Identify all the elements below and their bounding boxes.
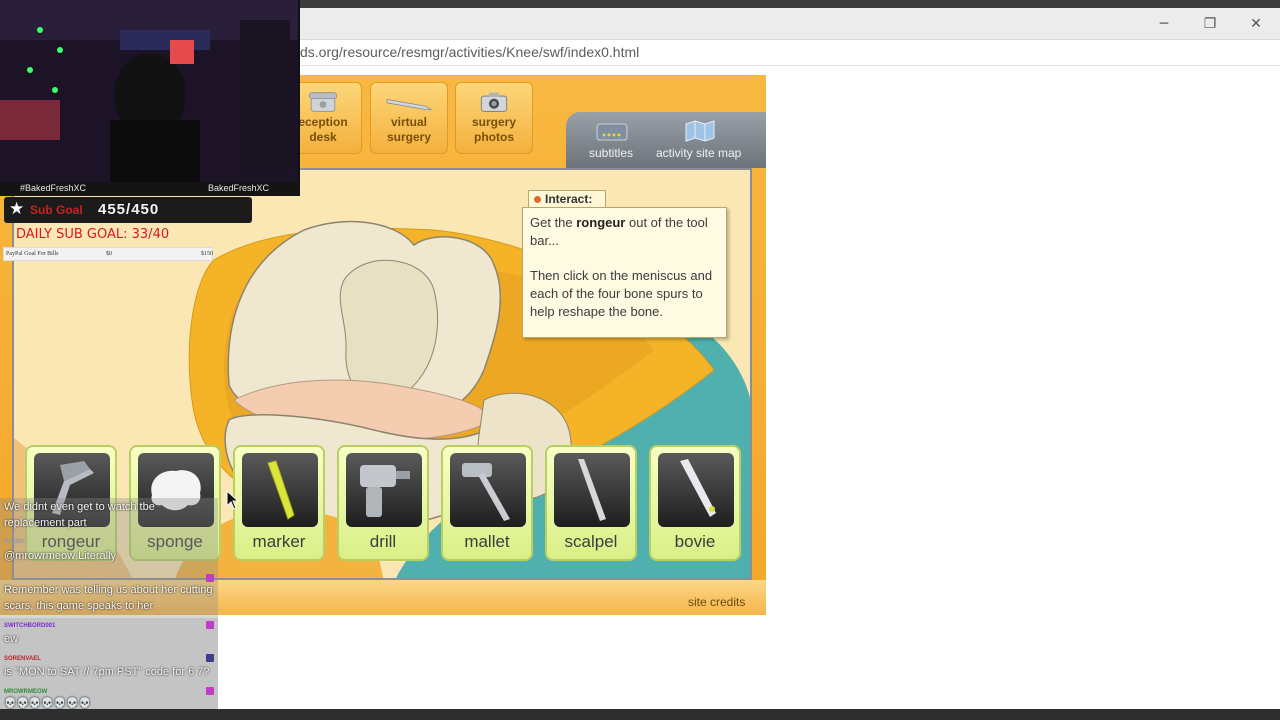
scalpel-tile: [554, 453, 630, 527]
scalpel-icon: [386, 98, 433, 111]
chat-username: SORENVAEL: [4, 656, 41, 662]
webcam-image: [0, 0, 298, 182]
telephone-icon: [309, 92, 337, 112]
paypal-goal-start: $0: [106, 251, 112, 257]
mallet-tile: [450, 453, 526, 527]
marker-icon: [267, 460, 295, 520]
subtitles-tab[interactable]: subtitles: [589, 146, 633, 160]
chat-message: @mrowrmeow Literally: [4, 550, 117, 562]
scalpel-tool-icon: [578, 459, 606, 521]
paypal-goal-label: PayPal Goal For Bills: [6, 251, 59, 257]
chat-message: is "MON to SAT // 7pm PST" code for 6 7?: [4, 666, 210, 678]
map-icon: [685, 120, 715, 142]
bovie-label: bovie: [674, 532, 716, 551]
chat-message: ew: [4, 633, 19, 645]
chat-badge-icon: [206, 574, 214, 582]
tool-drill[interactable]: drill: [337, 445, 429, 561]
url-text[interactable]: ds.org/resource/resmgr/activities/Knee/s…: [300, 44, 639, 60]
interact-tab: Interact:: [528, 190, 606, 208]
instruction-tool: rongeur: [576, 215, 626, 230]
sub-goal-label: Sub Goal: [30, 203, 83, 217]
interact-instructions: Get the rongeur out of the tool bar... T…: [522, 207, 727, 338]
chat-badge-icon: [206, 621, 214, 629]
chat-badge-icon: [206, 687, 214, 695]
tool-bovie[interactable]: bovie: [649, 445, 741, 561]
marker-tile: [242, 453, 318, 527]
activity-site-map-tab[interactable]: activity site map: [656, 146, 741, 160]
site-credits-link[interactable]: site credits: [688, 595, 745, 609]
tool-marker[interactable]: marker: [233, 445, 325, 561]
paypal-goal-bar: PayPal Goal For Bills $0 $150: [3, 247, 213, 261]
sub-goal-value: 455/450: [98, 201, 160, 218]
screen: ─ ❐ ✕ ds.org/resource/resmgr/activities/…: [0, 0, 1280, 720]
mallet-icon: [462, 463, 510, 521]
paypal-goal-end: $150: [201, 251, 213, 257]
tool-scalpel[interactable]: scalpel: [545, 445, 637, 561]
drill-tile: [346, 453, 422, 527]
scalpel-label: scalpel: [564, 532, 618, 551]
mallet-label: mallet: [464, 532, 510, 551]
instruction-step-2: Then click on the meniscus and each of t…: [530, 268, 713, 319]
bovie-icon: [680, 459, 716, 517]
drill-label: drill: [369, 532, 397, 551]
chat-message: Remember was telling us about her cuttin…: [4, 584, 213, 612]
virtual-surgery-button[interactable]: virtual surgery: [370, 82, 448, 154]
minimize-button[interactable]: ─: [1142, 8, 1186, 40]
virtual-surgery-label: virtual surgery: [386, 115, 432, 144]
youtube-handle: BakedFreshXC: [208, 183, 270, 193]
mouse-cursor-icon: [226, 490, 240, 510]
instruction-pre: Get the: [530, 215, 577, 230]
surgery-photos-label: surgery photos: [471, 115, 517, 144]
chat-message: We didnt even get to watch tbe replaceme…: [4, 501, 155, 529]
star-icon: ★: [9, 199, 25, 218]
bottom-strip: [0, 709, 1280, 720]
chat-username: MROWRMEOW: [4, 689, 48, 695]
surgery-photos-button[interactable]: surgery photos: [455, 82, 533, 154]
camera-icon: [480, 92, 508, 112]
interact-title: Interact:: [545, 192, 593, 206]
chat-badge-icon: [206, 654, 214, 662]
close-button[interactable]: ✕: [1234, 8, 1278, 40]
drill-icon: [360, 465, 410, 517]
bovie-tile: [658, 453, 734, 527]
marker-label: marker: [252, 532, 306, 551]
twitter-handle: #BakedFreshXC: [20, 183, 87, 193]
subtitles-icon: [596, 123, 628, 141]
bullet-icon: [534, 196, 541, 203]
chat-username: SWITCHBORD001: [4, 623, 56, 629]
webcam-feed: [0, 0, 300, 182]
restore-button[interactable]: ❐: [1188, 8, 1232, 40]
chat-username: MADDI: [4, 539, 24, 545]
daily-sub-goal: DAILY SUB GOAL: 33/40: [16, 227, 170, 242]
tool-mallet[interactable]: mallet: [441, 445, 533, 561]
